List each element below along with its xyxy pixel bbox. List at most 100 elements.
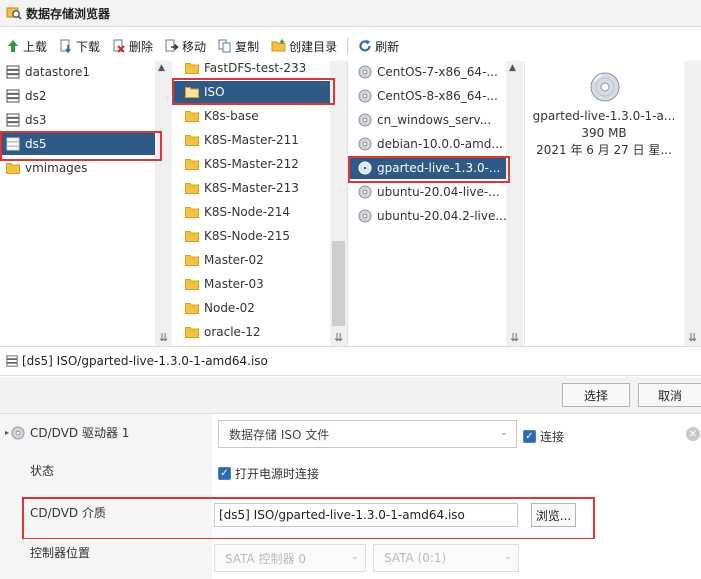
folder-item[interactable]: FastDFS-test-233 — [172, 57, 330, 79]
datastore-item[interactable]: ds3 — [0, 109, 155, 131]
folder-item[interactable]: K8S-Node-215 — [172, 225, 330, 247]
file-item[interactable]: debian-10.0.0-amd... — [348, 133, 506, 155]
disc-icon — [358, 209, 372, 223]
scroll-down-icon[interactable]: ⇊ — [688, 331, 697, 344]
new-folder-icon — [271, 39, 286, 53]
folder-icon — [185, 86, 199, 98]
browse-button[interactable]: 浏览... — [531, 503, 576, 527]
file-label: CentOS-7-x86_64-... — [377, 65, 498, 79]
cd-drive-icon — [11, 426, 25, 440]
folder-icon — [185, 230, 199, 242]
controller-label: 控制器位置 — [30, 546, 91, 560]
chevron-down-icon: ⌄ — [503, 551, 512, 562]
cd-drive-row: ▸ CD/DVD 驱动器 1 数据存储 ISO 文件 ⌄ ✓ 连接 ✕ — [0, 413, 701, 455]
file-item[interactable]: ubuntu-20.04-live-... — [348, 181, 506, 203]
folder-item[interactable]: K8S-Master-211 — [172, 129, 330, 151]
folder-item[interactable]: K8s-base — [172, 105, 330, 127]
connect-checkbox[interactable]: ✓ 连接 — [523, 428, 564, 445]
media-path-input[interactable]: [ds5] ISO/gparted-live-1.3.0-1-amd64.iso — [214, 503, 518, 527]
file-label: gparted-live-1.3.0-... — [377, 161, 501, 175]
controller-select[interactable]: SATA 控制器 0 ⌄ — [214, 544, 366, 572]
media-row: CD/DVD 介质 [ds5] ISO/gparted-live-1.3.0-1… — [0, 495, 701, 539]
folder-item[interactable]: Node-02 — [172, 297, 330, 319]
connect-label: 连接 — [540, 430, 565, 444]
copy-button[interactable]: 复制 — [218, 38, 259, 55]
disc-icon — [358, 65, 372, 79]
scroll-up-arrow[interactable]: ▲ — [158, 63, 165, 73]
folder-item[interactable]: oracle-12 — [172, 321, 330, 343]
checkbox-checked-icon: ✓ — [218, 467, 231, 480]
select-button[interactable]: 选择 — [562, 383, 630, 407]
file-list: CentOS-7-x86_64-... CentOS-8-x86_64-... … — [348, 61, 525, 346]
preview-date: 2021 年 6 月 27 日 星... — [536, 143, 672, 157]
datastore-item[interactable]: datastore1 — [0, 61, 155, 83]
file-item[interactable]: ubuntu-20.04.2-live... — [348, 205, 507, 227]
disc-icon — [358, 161, 372, 175]
folder-item[interactable]: K8S-Node-214 — [172, 201, 330, 223]
folder-scrollbar[interactable]: ⇊ — [330, 61, 347, 346]
folder-icon — [185, 206, 199, 218]
folder-icon — [185, 278, 199, 290]
folder-icon — [185, 158, 199, 170]
folder-item[interactable]: K8S-Master-212 — [172, 153, 330, 175]
datastore-item-selected[interactable]: ds5 — [0, 133, 155, 155]
poweron-connect-checkbox[interactable]: ✓ 打开电源时连接 — [218, 465, 319, 482]
preview-disc-icon — [589, 71, 621, 106]
cancel-button[interactable]: 取消 — [638, 383, 701, 407]
delete-button[interactable]: 删除 — [112, 38, 153, 55]
folder-item[interactable]: K8S-Master-213 — [172, 177, 330, 199]
file-item-selected[interactable]: gparted-live-1.3.0-... — [348, 157, 506, 179]
datastore-label: ds5 — [25, 137, 47, 151]
file-item[interactable]: CentOS-7-x86_64-... — [348, 61, 506, 83]
slot-select[interactable]: SATA (0:1) ⌄ — [373, 544, 519, 572]
folder-label: K8S-Master-211 — [204, 133, 299, 147]
folder-item[interactable]: Master-02 — [172, 249, 330, 271]
datastore-item[interactable]: ds2 — [0, 85, 155, 107]
file-item[interactable]: cn_windows_serv... — [348, 109, 506, 131]
datastore-icon — [6, 65, 20, 79]
create-folder-label: 创建目录 — [289, 39, 338, 54]
chevron-down-icon: ⌄ — [350, 551, 359, 562]
folder-label: K8S-Master-212 — [204, 157, 299, 171]
scroll-up-arrow[interactable]: ▲ — [509, 63, 516, 73]
datastore-label: ds3 — [25, 113, 47, 127]
file-scrollbar[interactable]: ▲ ⇊ — [506, 61, 523, 346]
refresh-button[interactable]: 刷新 — [358, 38, 399, 55]
folder-item-selected[interactable]: ISO — [172, 81, 330, 103]
cd-type-select[interactable]: 数据存储 ISO 文件 ⌄ — [218, 420, 517, 448]
move-label: 移动 — [182, 39, 207, 54]
folder-item[interactable]: Master-03 — [172, 273, 330, 295]
folder-item[interactable]: vmimages — [0, 157, 155, 179]
folder-label: K8S-Node-215 — [204, 229, 291, 243]
preview-scrollbar[interactable]: ⇊ — [684, 61, 701, 346]
download-icon — [59, 39, 73, 53]
datastore-scrollbar[interactable]: ▲ ⇊ — [155, 61, 172, 346]
window-title: 数据存储浏览器 — [26, 6, 111, 21]
file-item[interactable]: CentOS-8-x86_64-... — [348, 85, 506, 107]
folder-icon — [185, 110, 199, 122]
folder-label: Master-02 — [204, 253, 264, 267]
create-folder-button[interactable]: 创建目录 — [271, 38, 337, 55]
folder-icon — [185, 326, 199, 338]
scroll-down-icon[interactable]: ⇊ — [334, 331, 343, 344]
download-button[interactable]: 下载 — [59, 38, 100, 55]
scroll-thumb[interactable] — [332, 241, 345, 326]
toolbar: 上载 下载 删除 移动 复制 创建目录 刷新 — [0, 31, 701, 61]
upload-button[interactable]: 上载 — [6, 38, 47, 55]
folder-label: Master-03 — [204, 277, 264, 291]
disc-icon — [358, 137, 372, 151]
slot-value: SATA (0:1) — [384, 551, 447, 565]
status-row: 状态 ✓ 打开电源时连接 — [0, 455, 701, 495]
status-label: 状态 — [30, 464, 55, 478]
chevron-down-icon: ⌄ — [499, 427, 508, 438]
scroll-down-icon[interactable]: ⇊ — [510, 331, 519, 344]
folder-icon — [185, 134, 199, 146]
remove-device-icon[interactable]: ✕ — [686, 427, 700, 441]
move-button[interactable]: 移动 — [165, 38, 206, 55]
file-label: debian-10.0.0-amd... — [377, 137, 503, 151]
preview-name: gparted-live-1.3.0-1-a... — [532, 109, 676, 123]
expand-icon[interactable]: ▸ — [5, 428, 9, 437]
scroll-down-icon[interactable]: ⇊ — [159, 331, 168, 344]
delete-icon — [112, 39, 126, 53]
media-label: CD/DVD 介质 — [30, 506, 106, 520]
